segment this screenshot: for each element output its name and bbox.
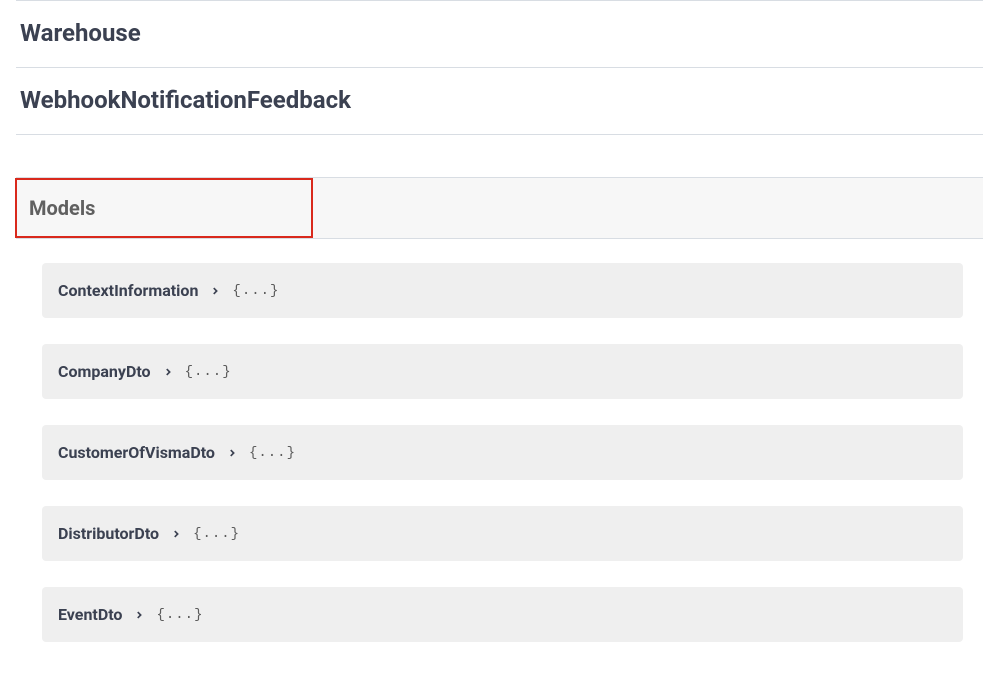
collapsed-placeholder: {...} (193, 526, 240, 542)
models-header-row: Models (16, 178, 983, 239)
model-item-contextinformation[interactable]: ContextInformation {...} (42, 263, 963, 318)
model-name: CustomerOfVismaDto (58, 443, 215, 462)
models-section: Models ContextInformation {...} CompanyD… (16, 177, 983, 676)
chevron-right-icon (225, 446, 239, 460)
chevron-right-icon (132, 608, 146, 622)
models-header[interactable]: Models (15, 178, 313, 238)
chevron-right-icon (208, 284, 222, 298)
tag-section-warehouse[interactable]: Warehouse (16, 0, 983, 68)
model-item-companydto[interactable]: CompanyDto {...} (42, 344, 963, 399)
models-list: ContextInformation {...} CompanyDto {...… (16, 239, 983, 676)
api-doc-container: Warehouse WebhookNotificationFeedback Mo… (0, 0, 999, 676)
chevron-right-icon (169, 527, 183, 541)
collapsed-placeholder: {...} (185, 364, 232, 380)
model-item-eventdto[interactable]: EventDto {...} (42, 587, 963, 642)
collapsed-placeholder: {...} (156, 607, 203, 623)
model-name: DistributorDto (58, 524, 159, 543)
models-header-spacer (314, 178, 983, 238)
model-name: ContextInformation (58, 281, 198, 300)
tag-title: WebhookNotificationFeedback (20, 86, 979, 114)
tag-section-webhooknotificationfeedback[interactable]: WebhookNotificationFeedback (16, 68, 983, 135)
model-name: CompanyDto (58, 362, 151, 381)
model-item-distributordto[interactable]: DistributorDto {...} (42, 506, 963, 561)
collapsed-placeholder: {...} (232, 283, 279, 299)
tag-title: Warehouse (20, 19, 979, 47)
collapsed-placeholder: {...} (249, 445, 296, 461)
chevron-right-icon (161, 365, 175, 379)
model-name: EventDto (58, 605, 122, 624)
models-header-label: Models (29, 196, 95, 220)
model-item-customerofvismadto[interactable]: CustomerOfVismaDto {...} (42, 425, 963, 480)
